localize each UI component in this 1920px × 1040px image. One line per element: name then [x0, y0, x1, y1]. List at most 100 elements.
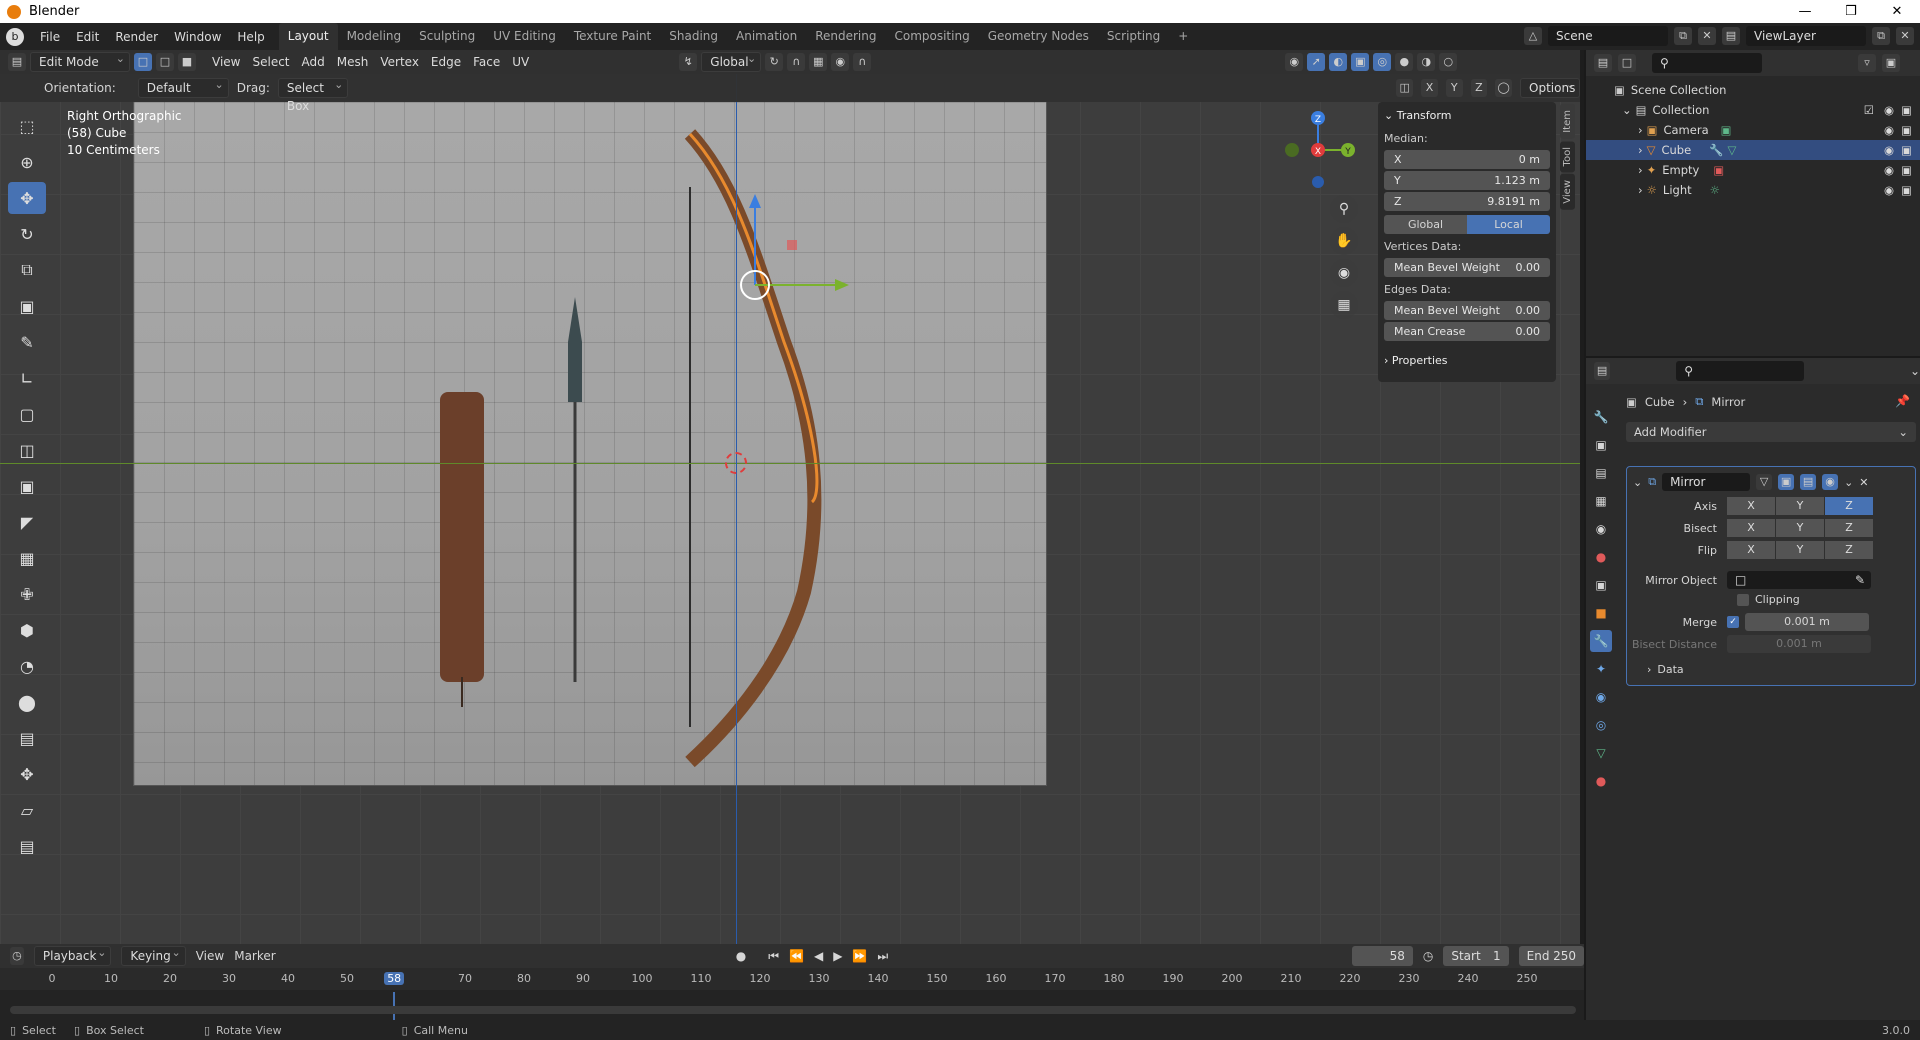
- scene-tab-icon[interactable]: ◉: [1590, 518, 1612, 540]
- current-frame-field[interactable]: 58: [1352, 946, 1413, 966]
- zoom-icon[interactable]: ⚲: [1330, 195, 1358, 223]
- bisect-z-toggle[interactable]: Z: [1825, 519, 1873, 537]
- navigation-gizmo[interactable]: Z Y X: [1278, 110, 1358, 190]
- filter-icon[interactable]: ▿: [1858, 54, 1876, 72]
- new-collection-icon[interactable]: ▣: [1882, 54, 1900, 72]
- menu-vertex[interactable]: Vertex: [374, 55, 425, 69]
- data-tab-icon[interactable]: ▽: [1590, 742, 1612, 764]
- flip-z-toggle[interactable]: Z: [1825, 541, 1873, 559]
- pan-hand-icon[interactable]: ✋: [1330, 227, 1358, 255]
- render-tab-icon[interactable]: ▣: [1590, 434, 1612, 456]
- merge-distance-field[interactable]: 0.001 m: [1745, 613, 1869, 631]
- tab-texture-paint[interactable]: Texture Paint: [565, 23, 660, 50]
- camera-view-icon[interactable]: ◉: [1330, 259, 1358, 287]
- rotate-tool-icon[interactable]: ↻: [8, 218, 46, 250]
- bevel-tool-icon[interactable]: ◤: [8, 506, 46, 538]
- render-toggle-icon[interactable]: ◉: [1822, 474, 1839, 490]
- modifier-menu-icon[interactable]: ⌄: [1844, 476, 1853, 489]
- tool-tab-icon[interactable]: 🔧: [1590, 406, 1612, 428]
- outliner-item-cube[interactable]: › ▽ Cube 🔧 ▽ ◉ ▣: [1586, 140, 1920, 160]
- menu-view[interactable]: View: [206, 55, 246, 69]
- flip-y-toggle[interactable]: Y: [1776, 541, 1824, 559]
- remove-scene-icon[interactable]: ✕: [1698, 27, 1716, 45]
- inset-tool-icon[interactable]: ▣: [8, 470, 46, 502]
- edit-mode-cage-icon[interactable]: ▽: [1756, 474, 1773, 490]
- tab-animation[interactable]: Animation: [727, 23, 806, 50]
- properties-editor-icon[interactable]: ▤: [1594, 362, 1611, 380]
- axis-z-toggle[interactable]: Z: [1825, 497, 1873, 515]
- poly-build-tool-icon[interactable]: ⬢: [8, 614, 46, 646]
- overlay-toggle-icon[interactable]: ◐: [1329, 53, 1348, 71]
- bisect-x-toggle[interactable]: X: [1727, 519, 1775, 537]
- vertex-select-icon[interactable]: □: [134, 53, 152, 71]
- display-mode-icon[interactable]: □: [1618, 54, 1636, 72]
- data-subpanel-header[interactable]: › Data: [1647, 663, 1684, 676]
- view-layer-tab-icon[interactable]: ▦: [1590, 490, 1612, 512]
- menu-window[interactable]: Window: [166, 30, 229, 44]
- clipping-checkbox[interactable]: [1737, 593, 1749, 606]
- menu-select[interactable]: Select: [246, 55, 295, 69]
- bisect-y-toggle[interactable]: Y: [1776, 519, 1824, 537]
- tab-tool[interactable]: Tool: [1560, 140, 1575, 173]
- collapse-arrow-icon[interactable]: ⌄: [1633, 476, 1642, 489]
- collection-tab-icon[interactable]: ▣: [1590, 574, 1612, 596]
- edge-bevel-weight-field[interactable]: Mean Bevel Weight 0.00: [1384, 301, 1550, 320]
- transform-orientation-dropdown[interactable]: Global: [701, 50, 762, 72]
- timeline-view-menu[interactable]: View: [196, 949, 224, 963]
- shear-tool-icon[interactable]: ▱: [8, 794, 46, 826]
- jump-end-icon[interactable]: ⏭: [877, 949, 888, 964]
- xray-toggle-icon[interactable]: ▣: [1351, 53, 1370, 71]
- snap-icon[interactable]: ∩: [787, 53, 806, 71]
- outliner-item-camera[interactable]: › ▣ Camera ▣ ◉ ▣: [1586, 120, 1920, 140]
- view-layer-icon[interactable]: ▤: [1722, 27, 1740, 45]
- loop-cut-tool-icon[interactable]: ▦: [8, 542, 46, 574]
- median-x-field[interactable]: X0 m: [1384, 150, 1550, 169]
- shrink-fatten-tool-icon[interactable]: ✥: [8, 758, 46, 790]
- pivot-point-icon[interactable]: ↻: [765, 53, 784, 71]
- material-shading-icon[interactable]: ◑: [1417, 53, 1436, 71]
- maximize-button[interactable]: ❒: [1828, 0, 1874, 23]
- menu-mesh[interactable]: Mesh: [331, 55, 375, 69]
- edge-select-icon[interactable]: □: [156, 53, 174, 71]
- vertex-bevel-weight-field[interactable]: Mean Bevel Weight 0.00: [1384, 258, 1550, 277]
- marker-menu[interactable]: Marker: [234, 949, 275, 963]
- median-y-field[interactable]: Y 1.123 m: [1384, 171, 1550, 190]
- new-view-layer-icon[interactable]: ⧉: [1872, 27, 1890, 45]
- menu-uv[interactable]: UV: [506, 55, 535, 69]
- prev-keyframe-icon[interactable]: ⏪: [789, 949, 804, 963]
- output-tab-icon[interactable]: ▤: [1590, 462, 1612, 484]
- solid-shading-icon[interactable]: ●: [1395, 53, 1414, 71]
- remove-view-layer-icon[interactable]: ✕: [1896, 27, 1914, 45]
- tab-item[interactable]: Item: [1560, 104, 1575, 139]
- material-tab-icon[interactable]: ●: [1590, 770, 1612, 792]
- face-select-icon[interactable]: ■: [178, 53, 196, 71]
- minimize-button[interactable]: —: [1782, 0, 1828, 23]
- constraints-tab-icon[interactable]: ◎: [1590, 714, 1612, 736]
- wireframe-shading-icon[interactable]: ◎: [1373, 53, 1392, 71]
- start-frame-field[interactable]: Start 1: [1443, 946, 1509, 966]
- median-z-field[interactable]: Z 9.8191 m: [1384, 192, 1550, 211]
- next-keyframe-icon[interactable]: ⏩: [852, 949, 867, 963]
- transform-orientation-icon[interactable]: ↯: [679, 53, 698, 71]
- tab-shading[interactable]: Shading: [660, 23, 727, 50]
- collection-row[interactable]: ⌄ ▤ Collection ☑ ◉ ▣: [1586, 100, 1920, 120]
- preview-range-icon[interactable]: ◷: [1423, 949, 1433, 963]
- smooth-tool-icon[interactable]: ⬤: [8, 686, 46, 718]
- tab-scripting[interactable]: Scripting: [1098, 23, 1169, 50]
- properties-panel-header[interactable]: › Properties: [1384, 351, 1550, 371]
- tab-modeling[interactable]: Modeling: [338, 23, 411, 50]
- mode-dropdown[interactable]: Edit Mode: [30, 50, 130, 72]
- properties-options-icon[interactable]: ⌄: [1910, 364, 1920, 378]
- options-dropdown[interactable]: Options: [1520, 76, 1581, 98]
- measure-tool-icon[interactable]: ∟: [8, 362, 46, 394]
- orientation-dropdown[interactable]: Default: [137, 76, 229, 98]
- pin-icon[interactable]: 📌: [1895, 394, 1910, 408]
- tab-uv-editing[interactable]: UV Editing: [484, 23, 565, 50]
- move-tool-icon[interactable]: ✥: [8, 182, 46, 214]
- edge-crease-field[interactable]: Mean Crease 0.00: [1384, 322, 1550, 341]
- snap-target-icon[interactable]: ▦: [809, 53, 828, 71]
- outliner-item-empty[interactable]: › ✦ Empty ▣ ◉ ▣: [1586, 160, 1920, 180]
- realtime-toggle-icon[interactable]: ▤: [1800, 474, 1817, 490]
- falloff-icon[interactable]: ∩: [853, 53, 872, 71]
- modifier-name-field[interactable]: Mirror: [1662, 473, 1751, 491]
